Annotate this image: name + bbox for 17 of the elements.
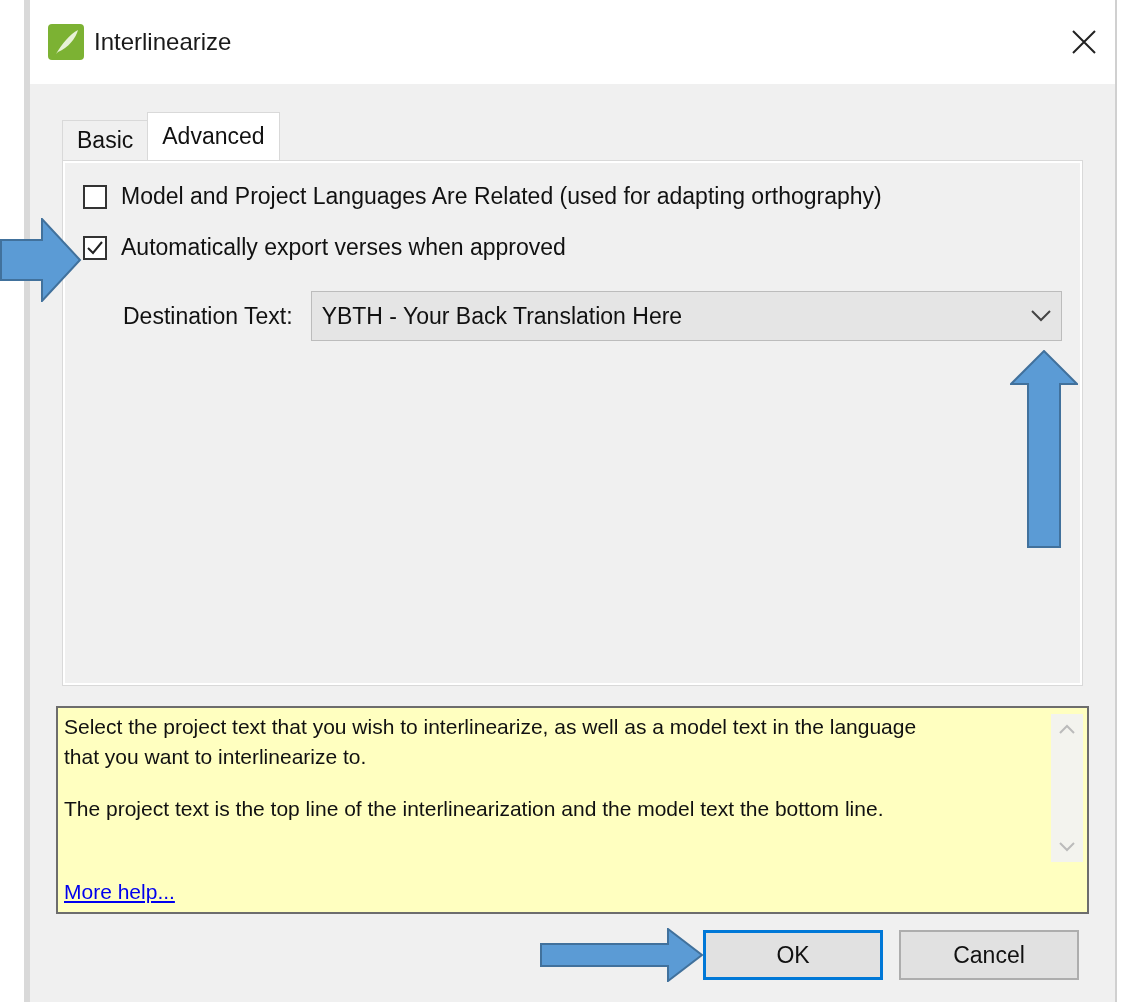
more-help-link[interactable]: More help... xyxy=(64,880,1045,904)
destination-dropdown[interactable]: YBTH - Your Back Translation Here xyxy=(310,291,1062,341)
window-title: Interlinearize xyxy=(94,28,233,56)
checkbox[interactable] xyxy=(83,184,107,209)
chevron-down-icon xyxy=(1031,310,1051,322)
tab[interactable]: Basic xyxy=(62,120,149,160)
help-text: The project text is the top line of the interlinearization and the model text the bottom line. xyxy=(64,796,885,822)
close-icon[interactable] xyxy=(1071,29,1097,55)
app-logo-icon xyxy=(48,24,84,60)
checkbox[interactable] xyxy=(83,235,107,260)
checkbox-label: Model and Project Languages Are Related (used for adapting orthography) xyxy=(121,183,882,210)
ok-button[interactable]: OK xyxy=(703,930,883,980)
tab[interactable]: Advanced xyxy=(147,112,280,160)
field-label: Destination Text: xyxy=(123,302,293,330)
checkbox-label: Automatically export verses when approved xyxy=(121,234,566,261)
help-text: Select the project text that you wish to interlinearize, as well as a model text in the language that you want to interlinearize to. xyxy=(64,714,918,770)
cancel-button[interactable]: Cancel xyxy=(899,930,1079,980)
